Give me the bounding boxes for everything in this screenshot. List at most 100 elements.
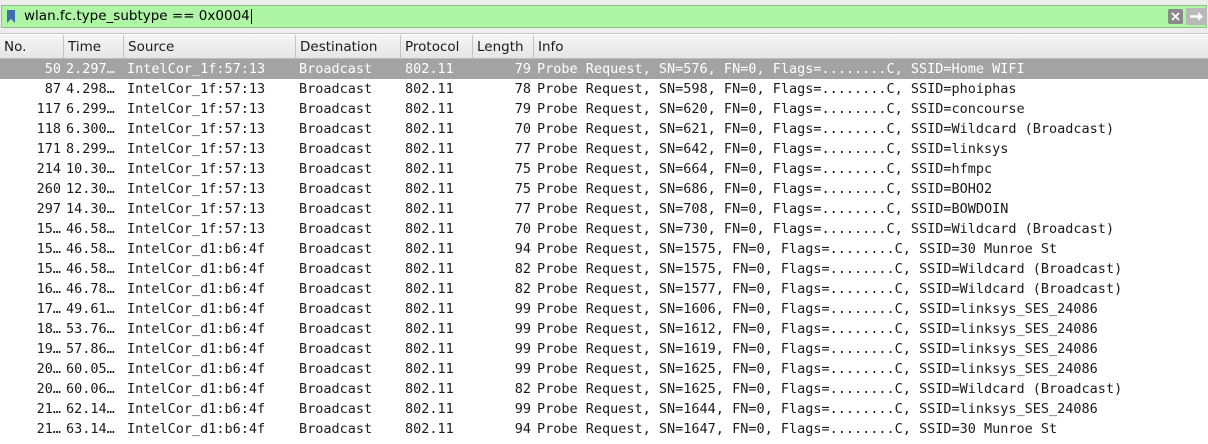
packet-protocol: 802.11 [405, 201, 454, 217]
packet-row[interactable]: 21… 63.14… IntelCor_d1:b6:4f Broadcast 802.1… [0, 419, 1208, 439]
packet-number: 16… [36, 281, 61, 297]
packet-row[interactable]: 260 12.30… IntelCor_1f:57:13 Broadcast 802.1… [0, 179, 1208, 199]
packet-number: 15… [36, 241, 61, 257]
packet-source: IntelCor_d1:b6:4f [127, 421, 266, 437]
packet-source: IntelCor_1f:57:13 [127, 181, 266, 197]
display-filter-input[interactable]: wlan.fc.type_subtype == 0x0004 [1, 5, 1207, 28]
packet-info: Probe Request, SN=1606, FN=0, Flags=....… [537, 301, 1098, 317]
packet-length: 82 [514, 261, 531, 277]
packet-time: 12.30… [66, 181, 115, 197]
packet-length: 82 [514, 381, 531, 397]
packet-protocol: 802.11 [405, 381, 454, 397]
packet-source: IntelCor_1f:57:13 [127, 201, 266, 217]
column-header-length[interactable]: Length [473, 35, 534, 58]
packet-row[interactable]: 15… 46.58… IntelCor_1f:57:13 Broadcast 802.1… [0, 219, 1208, 239]
packet-destination: Broadcast [299, 301, 373, 317]
wireshark-window: wlan.fc.type_subtype == 0x0004 No. Time … [0, 0, 1208, 444]
packet-length: 79 [514, 101, 531, 117]
packet-info: Probe Request, SN=1612, FN=0, Flags=....… [537, 321, 1098, 337]
clear-icon[interactable] [1168, 9, 1183, 24]
packet-time: 46.58… [66, 241, 115, 257]
packet-row[interactable]: 117 6.299… IntelCor_1f:57:13 Broadcast 802.1… [0, 99, 1208, 119]
packet-row[interactable]: 17… 49.61… IntelCor_d1:b6:4f Broadcast 802.1… [0, 299, 1208, 319]
packet-time: 63.14… [66, 421, 115, 437]
bookmark-icon[interactable] [7, 10, 15, 23]
packet-number: 260 [36, 181, 61, 197]
packet-list: 50 2.297… IntelCor_1f:57:13 Broadcast 802.11… [0, 59, 1208, 444]
packet-row[interactable]: 214 10.30… IntelCor_1f:57:13 Broadcast 802.1… [0, 159, 1208, 179]
column-header-time[interactable]: Time [64, 35, 124, 58]
packet-info: Probe Request, SN=730, FN=0, Flags=.....… [537, 221, 1115, 237]
packet-row[interactable]: 297 14.30… IntelCor_1f:57:13 Broadcast 802.1… [0, 199, 1208, 219]
column-header-destination[interactable]: Destination [296, 35, 401, 58]
packet-protocol: 802.11 [405, 221, 454, 237]
packet-number: 15… [36, 261, 61, 277]
packet-destination: Broadcast [299, 161, 373, 177]
packet-row[interactable]: 171 8.299… IntelCor_1f:57:13 Broadcast 802.1… [0, 139, 1208, 159]
packet-length: 94 [514, 241, 531, 257]
packet-time: 60.05… [66, 361, 115, 377]
packet-time: 6.300… [66, 121, 115, 137]
packet-row[interactable]: 20… 60.06… IntelCor_d1:b6:4f Broadcast 802.1… [0, 379, 1208, 399]
packet-length: 70 [514, 121, 531, 137]
packet-list-header: No. Time Source Destination Protocol Len… [0, 35, 1208, 59]
packet-info: Probe Request, SN=1575, FN=0, Flags=....… [537, 241, 1058, 257]
packet-row[interactable]: 15… 46.58… IntelCor_d1:b6:4f Broadcast 802.1… [0, 259, 1208, 279]
packet-source: IntelCor_d1:b6:4f [127, 401, 266, 417]
packet-length: 99 [514, 321, 531, 337]
packet-time: 8.299… [66, 141, 115, 157]
packet-time: 46.58… [66, 221, 115, 237]
packet-row[interactable]: 19… 57.86… IntelCor_d1:b6:4f Broadcast 802.1… [0, 339, 1208, 359]
arrow-right-icon[interactable] [1186, 8, 1207, 25]
packet-source: IntelCor_d1:b6:4f [127, 381, 266, 397]
packet-row[interactable]: 18… 53.76… IntelCor_d1:b6:4f Broadcast 802.1… [0, 319, 1208, 339]
packet-info: Probe Request, SN=686, FN=0, Flags=.....… [537, 181, 993, 197]
column-header-protocol[interactable]: Protocol [401, 35, 473, 58]
packet-source: IntelCor_d1:b6:4f [127, 281, 266, 297]
packet-row[interactable]: 16… 46.78… IntelCor_d1:b6:4f Broadcast 802.1… [0, 279, 1208, 299]
packet-info: Probe Request, SN=1619, FN=0, Flags=....… [537, 341, 1098, 357]
packet-info: Probe Request, SN=1575, FN=0, Flags=....… [537, 261, 1123, 277]
packet-number: 19… [36, 341, 61, 357]
packet-length: 77 [514, 201, 531, 217]
packet-info: Probe Request, SN=598, FN=0, Flags=.....… [537, 81, 1017, 97]
packet-number: 117 [36, 101, 61, 117]
column-header-source[interactable]: Source [124, 35, 296, 58]
packet-length: 78 [514, 81, 531, 97]
packet-protocol: 802.11 [405, 261, 454, 277]
packet-protocol: 802.11 [405, 281, 454, 297]
packet-protocol: 802.11 [405, 121, 454, 137]
packet-number: 297 [36, 201, 61, 217]
filter-expression-text[interactable]: wlan.fc.type_subtype == 0x0004 [24, 8, 250, 25]
packet-row[interactable]: 118 6.300… IntelCor_1f:57:13 Broadcast 802.1… [0, 119, 1208, 139]
packet-protocol: 802.11 [405, 341, 454, 357]
packet-length: 82 [514, 281, 531, 297]
packet-time: 60.06… [66, 381, 115, 397]
packet-time: 57.86… [66, 341, 115, 357]
packet-row[interactable]: 87 4.298… IntelCor_1f:57:13 Broadcast 802.11… [0, 79, 1208, 99]
packet-destination: Broadcast [299, 221, 373, 237]
packet-destination: Broadcast [299, 341, 373, 357]
packet-length: 99 [514, 301, 531, 317]
packet-info: Probe Request, SN=664, FN=0, Flags=.....… [537, 161, 993, 177]
packet-destination: Broadcast [299, 181, 373, 197]
packet-time: 14.30… [66, 201, 115, 217]
packet-info: Probe Request, SN=1577, FN=0, Flags=....… [537, 281, 1123, 297]
packet-row[interactable]: 50 2.297… IntelCor_1f:57:13 Broadcast 802.11… [0, 59, 1208, 79]
packet-protocol: 802.11 [405, 61, 454, 77]
packet-destination: Broadcast [299, 241, 373, 257]
packet-protocol: 802.11 [405, 181, 454, 197]
packet-source: IntelCor_d1:b6:4f [127, 261, 266, 277]
packet-row[interactable]: 15… 46.58… IntelCor_d1:b6:4f Broadcast 802.1… [0, 239, 1208, 259]
column-header-info[interactable]: Info [534, 35, 1208, 58]
packet-number: 171 [36, 141, 61, 157]
packet-number: 20… [36, 361, 61, 377]
column-header-no[interactable]: No. [0, 35, 64, 58]
packet-length: 75 [514, 161, 531, 177]
packet-row[interactable]: 20… 60.05… IntelCor_d1:b6:4f Broadcast 802.1… [0, 359, 1208, 379]
packet-source: IntelCor_d1:b6:4f [127, 341, 266, 357]
packet-destination: Broadcast [299, 421, 373, 437]
packet-number: 21… [36, 421, 61, 437]
packet-row[interactable]: 21… 62.14… IntelCor_d1:b6:4f Broadcast 802.1… [0, 399, 1208, 419]
packet-length: 79 [514, 61, 531, 77]
